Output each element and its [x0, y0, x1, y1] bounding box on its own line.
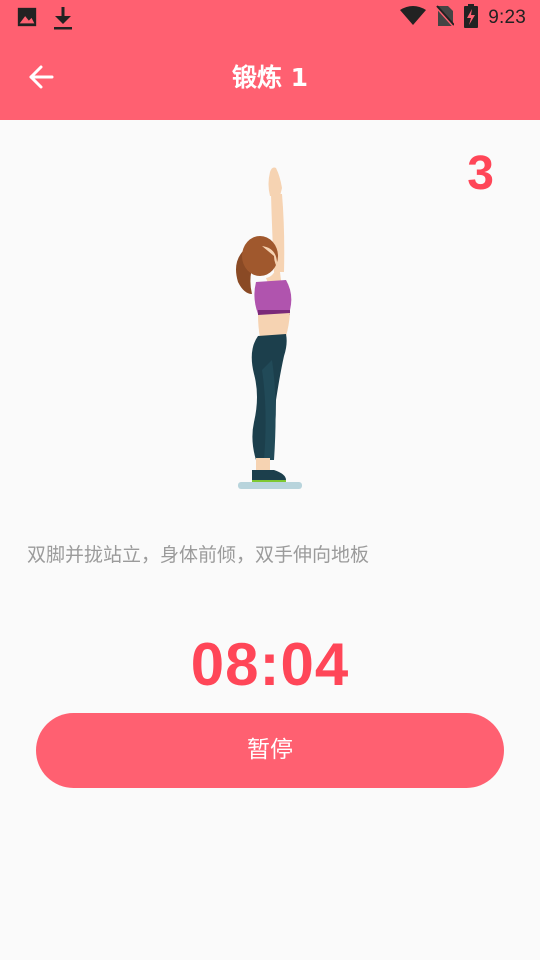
download-icon	[52, 6, 74, 34]
pause-button[interactable]: 暂停	[36, 713, 504, 788]
wifi-icon	[400, 6, 427, 30]
status-time: 9:23	[488, 7, 526, 28]
countdown-timer: 08:04	[190, 631, 350, 698]
page-title: 锻炼 1	[231, 63, 309, 92]
status-bar: 9:23	[0, 0, 540, 36]
exercise-illustration	[200, 160, 340, 499]
no-sim-icon	[435, 5, 455, 31]
arrow-back-icon	[27, 63, 55, 95]
back-button[interactable]	[16, 54, 66, 104]
battery-charging-icon	[464, 4, 479, 32]
app-bar: 锻炼 1	[0, 36, 540, 120]
image-icon	[16, 6, 38, 32]
exercise-instruction: 双脚并拢站立，身体前倾，双手伸向地板	[27, 544, 370, 566]
step-counter: 3	[467, 147, 494, 200]
